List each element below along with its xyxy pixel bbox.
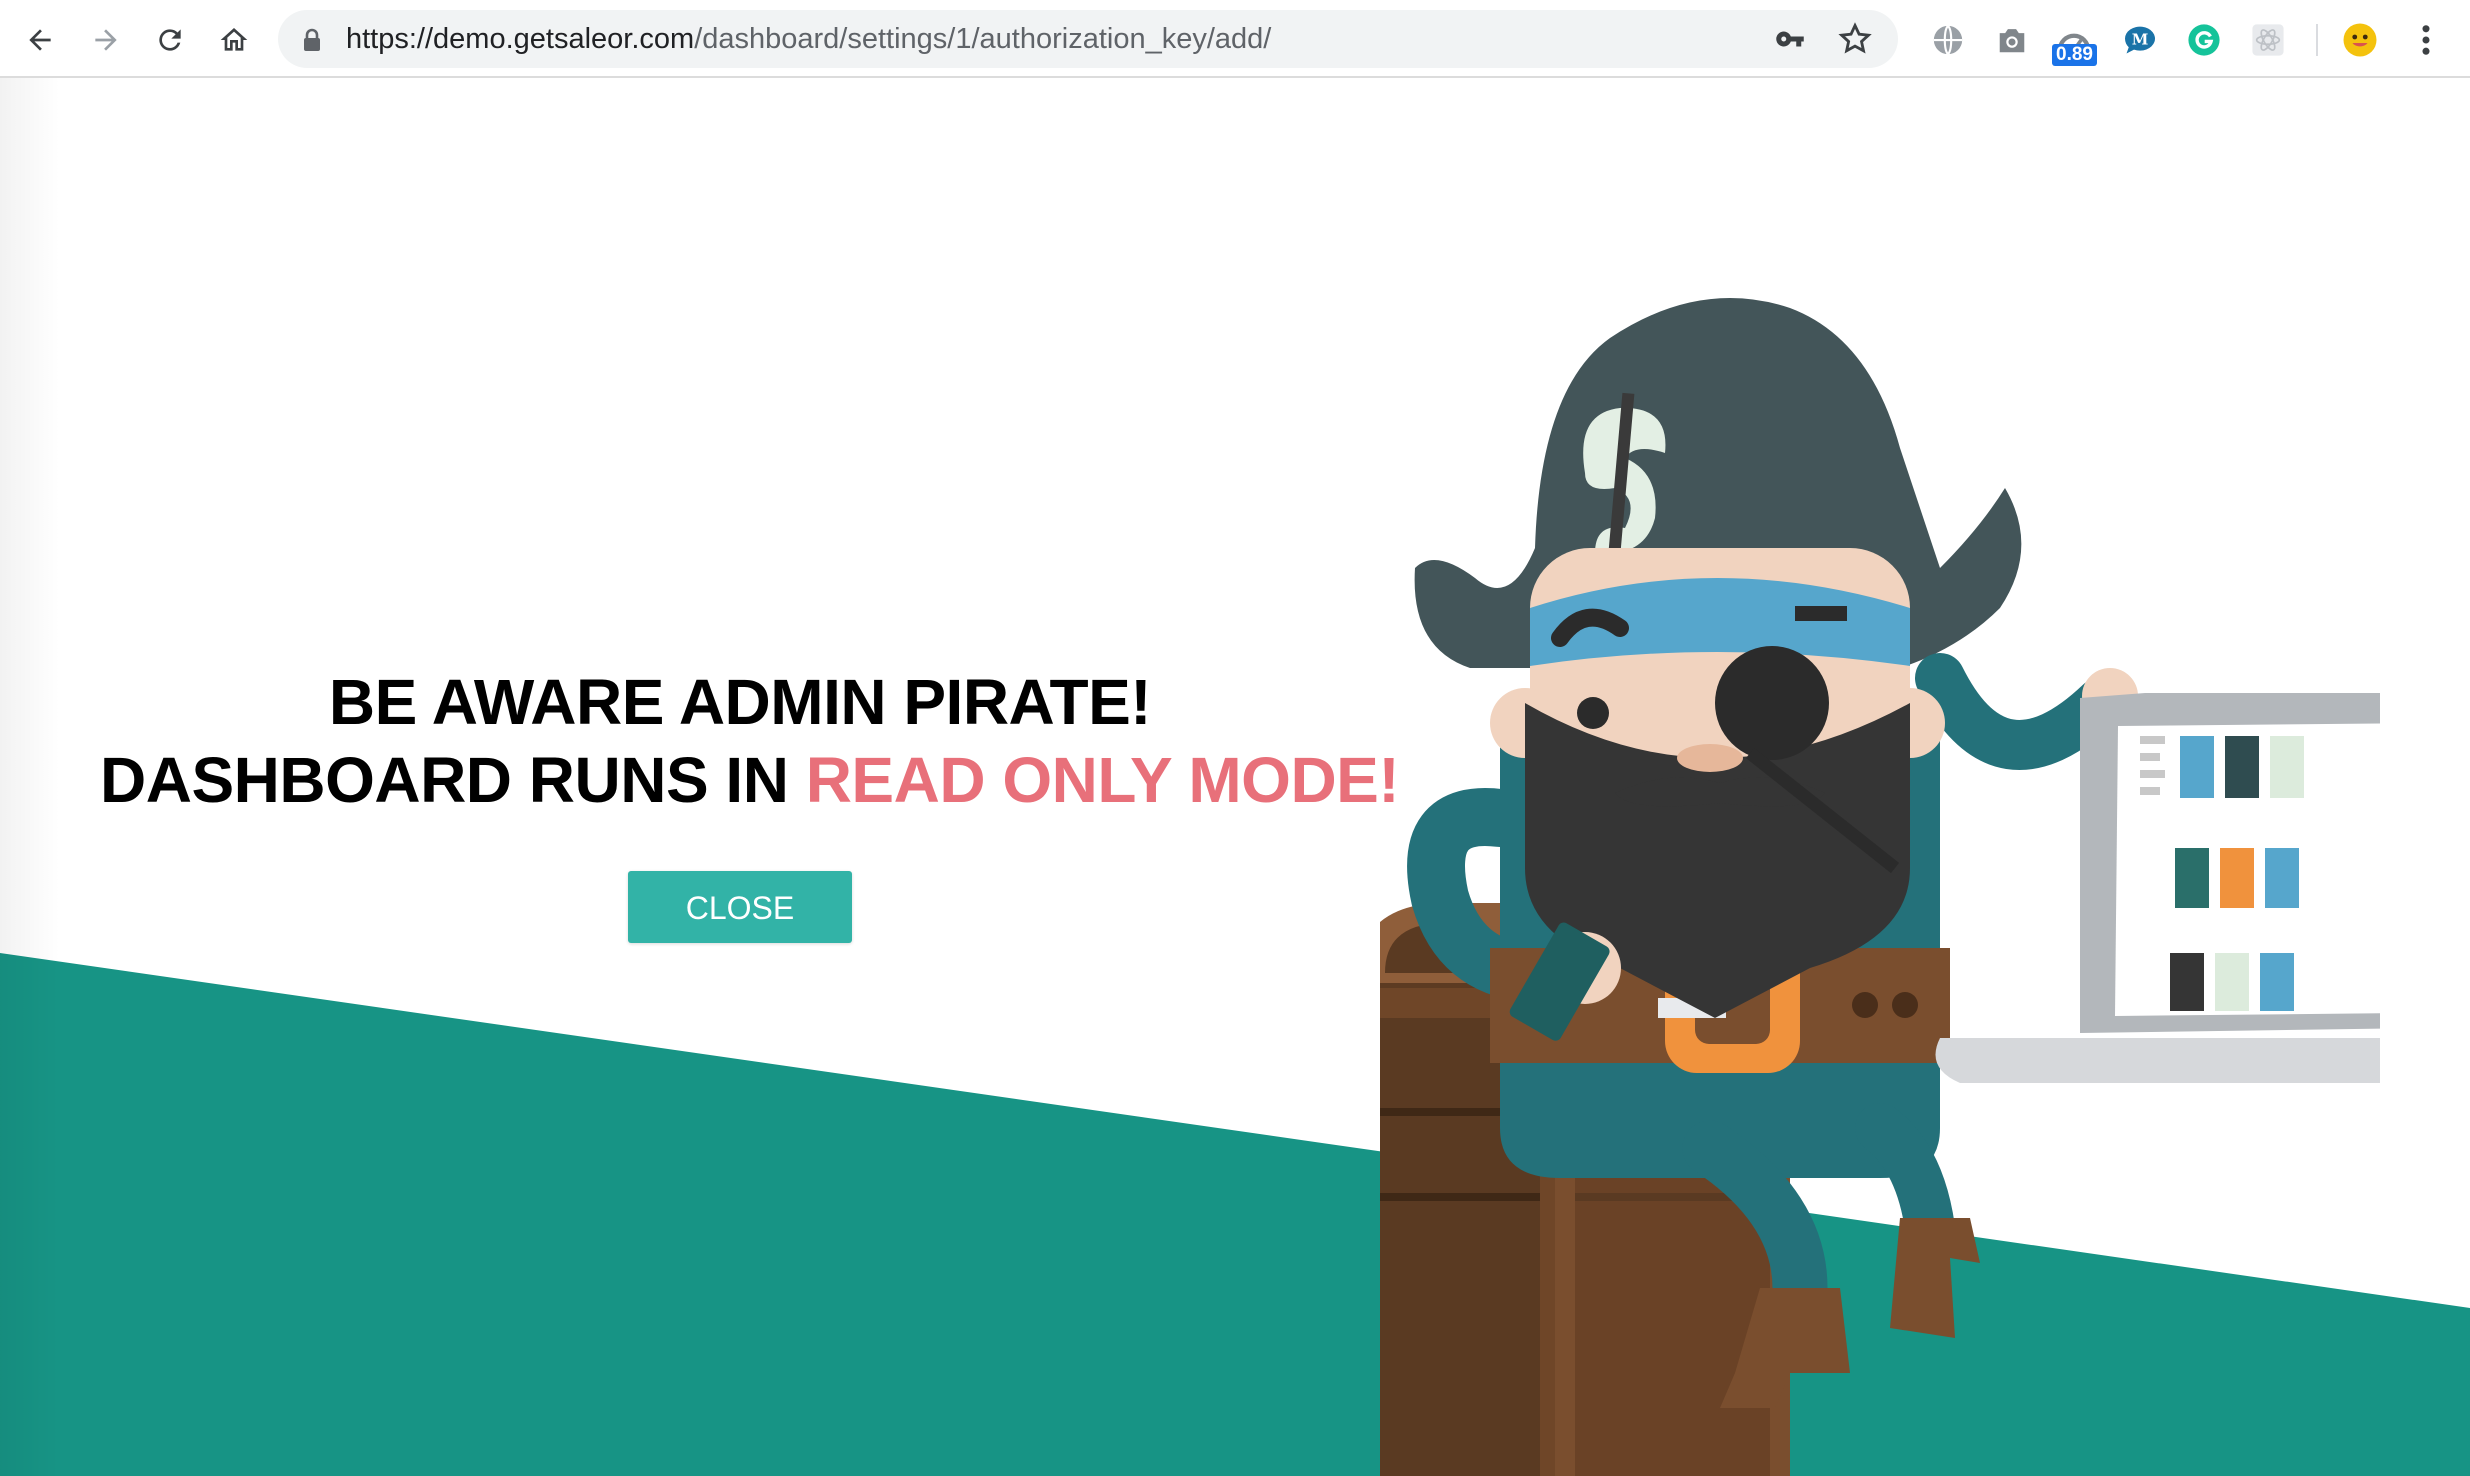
chat-extension-icon[interactable]: M bbox=[2118, 18, 2162, 62]
forward-button[interactable] bbox=[84, 18, 128, 62]
key-icon[interactable] bbox=[1774, 24, 1806, 54]
toolbar-divider bbox=[2316, 24, 2318, 56]
warning-line-2: DASHBOARD RUNS IN READ ONLY MODE! bbox=[100, 741, 1400, 819]
react-extension-icon[interactable] bbox=[2246, 18, 2290, 62]
arrow-right-icon bbox=[95, 29, 117, 51]
kebab-menu-icon[interactable] bbox=[2404, 18, 2448, 62]
left-edge-shadow bbox=[0, 78, 60, 1476]
warning-line-1: BE AWARE ADMIN PIRATE! bbox=[328, 666, 1152, 738]
star-icon[interactable] bbox=[1838, 22, 1872, 56]
extension-badge: 0.89 bbox=[2052, 44, 2097, 66]
read-only-modal-page: BE AWARE ADMIN PIRATE! DASHBOARD RUNS IN… bbox=[0, 78, 2470, 1476]
profile-avatar-icon[interactable] bbox=[2338, 18, 2382, 62]
back-button[interactable] bbox=[18, 18, 62, 62]
url-host: https://demo.getsaleor.com bbox=[346, 23, 695, 55]
home-icon bbox=[220, 28, 248, 51]
camera-extension-icon[interactable] bbox=[1990, 18, 2034, 62]
reload-button[interactable] bbox=[148, 18, 192, 62]
read-only-mode-highlight: READ ONLY MODE! bbox=[805, 744, 1400, 816]
close-button[interactable]: CLOSE bbox=[628, 871, 852, 943]
globe-extension-icon[interactable] bbox=[1926, 18, 1970, 62]
url-path: /dashboard/settings/1/authorization_key/… bbox=[694, 23, 1272, 55]
url-text: https://demo.getsaleor.com/dashboard/set… bbox=[346, 10, 1271, 68]
lock-icon bbox=[304, 28, 320, 51]
svg-text:M: M bbox=[2132, 31, 2149, 49]
pirate-illustration bbox=[1380, 298, 2380, 1476]
grammarly-extension-icon[interactable] bbox=[2182, 18, 2226, 62]
arrow-left-icon bbox=[29, 29, 51, 51]
browser-toolbar: https://demo.getsaleor.com/dashboard/set… bbox=[0, 0, 2470, 78]
warning-line-2-prefix: DASHBOARD RUNS IN bbox=[100, 744, 806, 816]
address-bar[interactable]: https://demo.getsaleor.com/dashboard/set… bbox=[278, 10, 1898, 68]
read-only-warning-heading: BE AWARE ADMIN PIRATE! DASHBOARD RUNS IN… bbox=[100, 663, 1400, 819]
home-button[interactable] bbox=[212, 18, 256, 62]
reload-icon bbox=[159, 29, 181, 51]
